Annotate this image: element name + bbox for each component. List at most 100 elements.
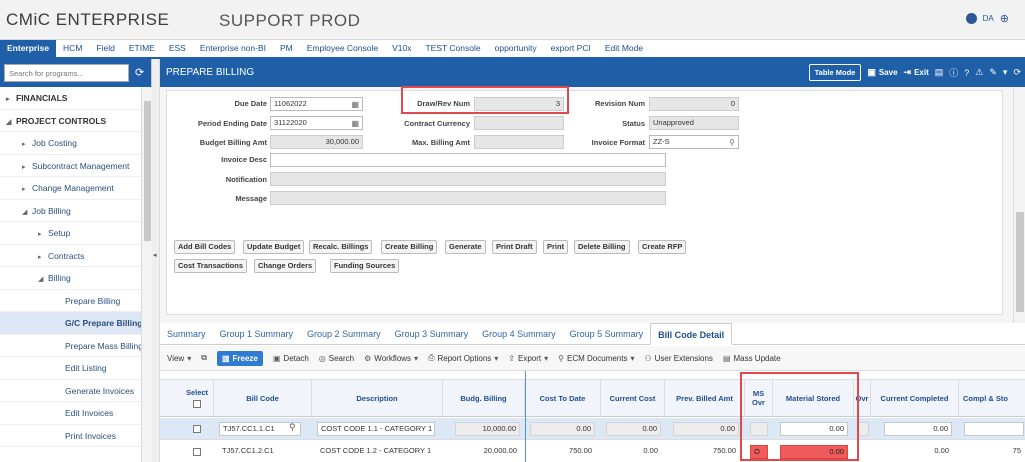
user-icon[interactable] bbox=[965, 13, 977, 24]
bill-code-cell[interactable]: TJ57.CC1.2.C1 bbox=[219, 445, 301, 459]
tab-field[interactable]: Field bbox=[89, 40, 121, 57]
filter-icon[interactable]: ⧉ bbox=[201, 353, 207, 363]
sidebar-item-edit-invoices[interactable]: Edit Invoices bbox=[0, 402, 141, 425]
current-completed-cell[interactable]: 0.00 bbox=[884, 445, 952, 459]
export-menu[interactable]: ⇪ Export ▾ bbox=[508, 354, 548, 363]
exit-button[interactable]: ⇥ Exit bbox=[904, 67, 929, 78]
tab-employee-console[interactable]: Employee Console bbox=[300, 40, 385, 57]
mass-update-button[interactable]: ▤ Mass Update bbox=[723, 354, 781, 363]
calendar-icon[interactable]: ▦ bbox=[351, 118, 359, 130]
sidebar-item-print-invoices[interactable]: Print Invoices bbox=[0, 425, 141, 447]
print-button[interactable]: Print bbox=[543, 240, 569, 254]
description-cell[interactable]: COST CODE 1.2 - CATEGORY 1 bbox=[317, 445, 435, 459]
compl-sto-cell[interactable]: 75 bbox=[964, 445, 1024, 459]
search-button[interactable]: ◎ Search bbox=[319, 354, 354, 363]
tab-v10x[interactable]: V10x bbox=[385, 40, 418, 57]
user-initials[interactable]: DA bbox=[983, 14, 994, 23]
description-cell[interactable]: COST CODE 1.1 - CATEGORY 1 bbox=[317, 422, 435, 436]
tab-enterprise[interactable]: Enterprise bbox=[0, 40, 57, 57]
refresh-page-icon[interactable]: ⟳ bbox=[1013, 67, 1021, 78]
sidebar-item-generate-invoices[interactable]: Generate Invoices bbox=[0, 380, 141, 402]
edit-icon[interactable]: ✎ bbox=[989, 67, 997, 78]
period-end-field[interactable]: 31122020 ▦ bbox=[270, 116, 363, 130]
info-icon[interactable]: ⓘ bbox=[949, 66, 958, 79]
globe-icon[interactable]: ⊕ bbox=[1000, 12, 1009, 25]
sidebar-item-subcontract-management[interactable]: ▸ Subcontract Management bbox=[0, 155, 141, 177]
col-bill-code[interactable]: Bill Code bbox=[214, 379, 312, 417]
tab-group-1-summary[interactable]: Group 1 Summary bbox=[213, 323, 301, 345]
invoice-desc-field[interactable] bbox=[270, 153, 666, 167]
sidebar-scroll-thumb[interactable] bbox=[144, 101, 151, 241]
notes-icon[interactable]: ▤ bbox=[935, 67, 944, 78]
sidebar-item-billing[interactable]: ◢ Billing bbox=[0, 267, 141, 290]
sidebar-item-contracts[interactable]: ▸ Contracts bbox=[0, 245, 141, 267]
tab-group-5-summary[interactable]: Group 5 Summary bbox=[563, 323, 651, 345]
tab-group-4-summary[interactable]: Group 4 Summary bbox=[475, 323, 563, 345]
help-icon[interactable]: ? bbox=[964, 68, 969, 78]
user-extensions-button[interactable]: ⚇ User Extensions bbox=[644, 354, 712, 363]
add-bill-codes-button[interactable]: Add Bill Codes bbox=[174, 240, 236, 254]
table-row[interactable]: TJ57.CC1.2.C1 COST CODE 1.2 - CATEGORY 1… bbox=[160, 441, 1025, 462]
warning-icon[interactable]: ⚠ bbox=[975, 67, 983, 78]
compl-sto-cell[interactable] bbox=[964, 422, 1024, 436]
sidebar-item-gc-prepare-billing[interactable]: G/C Prepare Billing bbox=[0, 312, 141, 335]
tab-export-pci[interactable]: export PCI bbox=[544, 40, 598, 57]
search-icon[interactable]: ⚲ bbox=[729, 137, 735, 149]
view-menu[interactable]: View ▾ bbox=[167, 354, 191, 363]
create-rfp-button[interactable]: Create RFP bbox=[638, 240, 687, 254]
freeze-button[interactable]: ▥ Freeze bbox=[216, 350, 263, 366]
ecm-documents-menu[interactable]: ⚲ ECM Documents ▾ bbox=[558, 354, 634, 363]
report-options-menu[interactable]: ⎙ Report Options ▾ bbox=[428, 353, 498, 363]
col-current-completed[interactable]: Current Completed bbox=[871, 379, 959, 417]
generate-button[interactable]: Generate bbox=[445, 240, 486, 254]
create-billing-button[interactable]: Create Billing bbox=[381, 240, 438, 254]
row-select-checkbox[interactable] bbox=[193, 448, 201, 456]
tab-edit-mode[interactable]: Edit Mode bbox=[598, 40, 650, 57]
tab-pm[interactable]: PM bbox=[273, 40, 300, 57]
table-row[interactable]: TJ57.CC1.1.C1 ⚲ COST CODE 1.1 - CATEGORY… bbox=[160, 418, 1025, 440]
due-date-field[interactable]: 11062022 ▦ bbox=[270, 97, 363, 111]
select-all-checkbox[interactable] bbox=[193, 400, 201, 408]
change-orders-button[interactable]: Change Orders bbox=[254, 259, 317, 273]
tab-enterprise-non-bi[interactable]: Enterprise non-BI bbox=[193, 40, 273, 57]
form-scrollbar[interactable] bbox=[1013, 87, 1025, 323]
row-select-checkbox[interactable] bbox=[193, 425, 201, 433]
tab-group-3-summary[interactable]: Group 3 Summary bbox=[388, 323, 476, 345]
chevron-left-icon[interactable]: ◂ bbox=[153, 251, 157, 259]
sidebar-item-setup[interactable]: ▸ Setup bbox=[0, 222, 141, 245]
current-completed-cell[interactable]: 0.00 bbox=[884, 422, 952, 436]
tab-opportunity[interactable]: opportunity bbox=[488, 40, 544, 57]
sidebar-item-financials[interactable]: ▸ FINANCIALS bbox=[0, 87, 141, 110]
sidebar-item-change-management[interactable]: ▸ Change Management bbox=[0, 177, 141, 200]
workflows-menu[interactable]: ⚙ Workflows ▾ bbox=[364, 354, 418, 363]
sidebar-item-job-costing[interactable]: ▸ Job Costing bbox=[0, 132, 141, 155]
program-search-input[interactable] bbox=[4, 64, 129, 82]
sidebar-item-project-controls[interactable]: ◢ PROJECT CONTROLS bbox=[0, 110, 141, 132]
invoice-format-field[interactable]: ZZ-S ⚲ bbox=[649, 135, 739, 149]
col-budg-billing[interactable]: Budg. Billing bbox=[443, 379, 525, 417]
refresh-icon[interactable]: ⟳ bbox=[135, 66, 144, 79]
table-mode-button[interactable]: Table Mode bbox=[808, 64, 862, 81]
calendar-icon[interactable]: ▦ bbox=[351, 99, 359, 111]
save-button[interactable]: ▣ Save bbox=[867, 67, 897, 78]
sidebar-item-prepare-billing[interactable]: Prepare Billing bbox=[0, 290, 141, 312]
tab-etime[interactable]: ETIME bbox=[122, 40, 162, 57]
form-scroll-thumb[interactable] bbox=[1016, 212, 1024, 312]
col-compl-sto[interactable]: Compl & Sto bbox=[959, 379, 1025, 417]
col-cost-to-date[interactable]: Cost To Date bbox=[525, 379, 601, 417]
sidebar-item-edit-listing[interactable]: Edit Listing bbox=[0, 357, 141, 380]
delete-billing-button[interactable]: Delete Billing bbox=[574, 240, 630, 254]
update-budget-button[interactable]: Update Budget bbox=[243, 240, 305, 254]
detach-button[interactable]: ▣ Detach bbox=[273, 354, 309, 363]
sidebar-collapse-handle[interactable]: ◂ bbox=[152, 59, 160, 462]
tab-hcm[interactable]: HCM bbox=[56, 40, 89, 57]
recalc-billings-button[interactable]: Recalc. Billings bbox=[309, 240, 373, 254]
col-description[interactable]: Description bbox=[312, 379, 443, 417]
sidebar-item-prepare-mass-billing[interactable]: Prepare Mass Billing bbox=[0, 335, 141, 357]
sidebar-scrollbar[interactable] bbox=[141, 87, 152, 462]
print-draft-button[interactable]: Print Draft bbox=[492, 240, 537, 254]
tab-test-console[interactable]: TEST Console bbox=[418, 40, 487, 57]
col-prev-billed[interactable]: Prev. Billed Amt bbox=[665, 379, 745, 417]
tab-bill-code-detail[interactable]: Bill Code Detail bbox=[650, 323, 733, 345]
col-current-cost[interactable]: Current Cost bbox=[601, 379, 665, 417]
